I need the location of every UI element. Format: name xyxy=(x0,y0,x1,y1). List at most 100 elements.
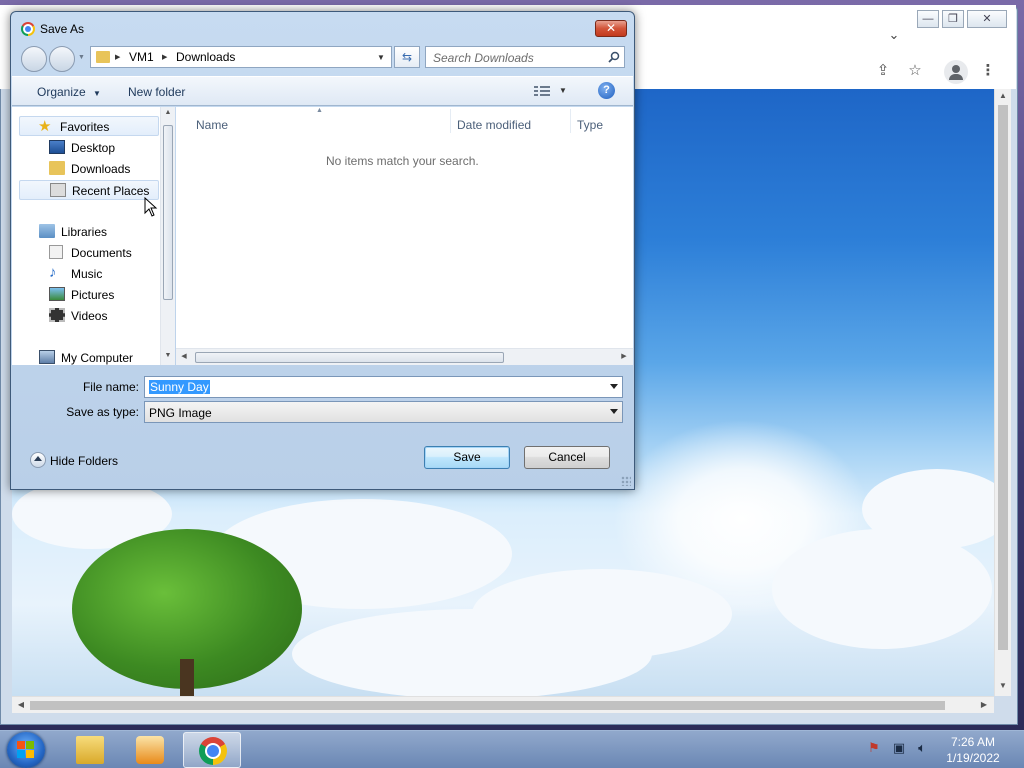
scroll-left-icon[interactable]: ◀ xyxy=(177,352,191,360)
resize-grip[interactable] xyxy=(621,476,631,486)
action-center-flag-icon[interactable]: ⚑ xyxy=(866,740,882,756)
search-input[interactable]: Search Downloads xyxy=(425,46,625,68)
file-list-pane: ▲ Name Date modified Type No items match… xyxy=(176,107,633,365)
folder-icon xyxy=(96,51,110,63)
nav-label: Videos xyxy=(71,309,108,323)
save-as-type-select[interactable]: PNG Image xyxy=(144,401,623,423)
taskbar-chrome-button[interactable] xyxy=(183,732,241,768)
column-divider[interactable] xyxy=(570,109,571,133)
new-folder-button[interactable]: New folder xyxy=(128,85,185,99)
save-as-type-value: PNG Image xyxy=(149,406,212,420)
help-icon[interactable]: ? xyxy=(598,82,615,99)
taskbar-media-player-button[interactable] xyxy=(121,732,179,768)
nav-item-documents[interactable]: Documents xyxy=(49,243,159,263)
chrome-icon xyxy=(199,737,227,765)
file-list-scroll-thumb[interactable] xyxy=(195,352,504,363)
refresh-button[interactable]: ⇆ xyxy=(394,46,420,68)
breadcrumb-vm1[interactable]: VM1 xyxy=(129,50,154,64)
taskbar-explorer-button[interactable] xyxy=(61,732,119,768)
music-icon: ♪ xyxy=(49,264,57,281)
command-bar: Organize ▼ New folder ▼ ? xyxy=(12,76,633,106)
hide-folders-label: Hide Folders xyxy=(50,454,119,468)
save-as-dialog: Save As ✕ ▼ ▶ VM1 ▶ Downloads ▼ ⇆ Search… xyxy=(10,11,635,490)
scroll-down-icon[interactable]: ▼ xyxy=(161,352,175,359)
pictures-icon xyxy=(49,287,65,301)
recent-places-icon xyxy=(50,183,66,197)
nav-item-my-computer[interactable]: My Computer xyxy=(39,348,159,368)
nav-label: Music xyxy=(71,267,103,281)
chevron-up-icon xyxy=(30,452,46,468)
nav-label: Documents xyxy=(71,246,132,260)
browser-close-button[interactable]: ✕ xyxy=(967,10,1007,28)
sort-indicator-icon: ▲ xyxy=(316,107,323,114)
breadcrumb-downloads[interactable]: Downloads xyxy=(176,50,235,64)
nav-item-music[interactable]: ♪ Music xyxy=(49,264,159,284)
nav-label: Desktop xyxy=(71,141,116,155)
chrome-icon xyxy=(21,22,35,36)
browser-restore-button[interactable]: ❐ xyxy=(942,10,964,28)
browser-minimize-button[interactable]: — xyxy=(917,10,939,28)
star-icon: ★ xyxy=(38,118,52,135)
breadcrumb-separator-icon[interactable]: ▶ xyxy=(162,53,167,61)
windows-logo-icon xyxy=(17,741,35,759)
nav-item-pictures[interactable]: Pictures xyxy=(49,285,159,305)
scroll-up-icon[interactable]: ▲ xyxy=(161,109,175,116)
libraries-icon xyxy=(39,224,55,238)
start-button[interactable] xyxy=(7,732,45,768)
nav-item-favorites[interactable]: ★ Favorites xyxy=(19,116,159,136)
dialog-title: Save As xyxy=(40,22,85,36)
volume-icon[interactable]: 🔈︎ xyxy=(914,740,930,756)
column-header-type[interactable]: Type xyxy=(577,118,603,132)
scroll-right-icon[interactable]: ▶ xyxy=(617,352,631,360)
bookmark-star-icon[interactable]: ☆ xyxy=(904,60,926,82)
dialog-close-button[interactable]: ✕ xyxy=(595,20,627,37)
nav-item-videos[interactable]: Videos xyxy=(49,306,159,326)
network-icon[interactable]: ▣ xyxy=(891,740,907,756)
nav-label: My Computer xyxy=(61,351,134,365)
tab-search-chevron-icon[interactable]: ⌄ xyxy=(886,27,902,43)
share-icon[interactable]: ⇪ xyxy=(872,60,894,82)
column-header-name[interactable]: Name xyxy=(196,118,228,132)
forward-button[interactable] xyxy=(49,46,75,72)
more-menu-icon[interactable]: ⋮ xyxy=(977,60,999,82)
file-name-input[interactable]: Sunny Day xyxy=(144,376,623,398)
page-vertical-scroll-thumb[interactable] xyxy=(998,105,1008,650)
nav-pane-scrollbar[interactable]: ▲ ▼ xyxy=(160,107,175,365)
address-dropdown-icon[interactable]: ▼ xyxy=(377,53,385,62)
column-header-date-modified[interactable]: Date modified xyxy=(457,118,531,132)
page-vertical-scrollbar[interactable]: ▲ ▼ xyxy=(994,89,1011,696)
cancel-button[interactable]: Cancel xyxy=(524,446,610,469)
page-horizontal-scrollbar[interactable]: ◀ ▶ xyxy=(12,696,994,713)
computer-icon xyxy=(39,350,55,364)
folder-icon xyxy=(76,736,104,764)
breadcrumb-separator-icon[interactable]: ▶ xyxy=(115,53,120,61)
nav-item-desktop[interactable]: Desktop xyxy=(49,138,159,158)
tree-trunk xyxy=(180,659,194,696)
media-player-icon xyxy=(136,736,164,764)
view-dropdown-icon[interactable]: ▼ xyxy=(559,86,567,95)
organize-dropdown-icon: ▼ xyxy=(93,89,101,98)
profile-icon[interactable] xyxy=(944,60,968,84)
organize-button[interactable]: Organize ▼ xyxy=(37,85,101,99)
back-button[interactable] xyxy=(21,46,47,72)
address-bar[interactable]: ▶ VM1 ▶ Downloads ▼ xyxy=(90,46,392,68)
nav-item-downloads[interactable]: Downloads xyxy=(49,159,159,179)
videos-icon xyxy=(49,308,65,322)
view-options-icon[interactable] xyxy=(534,85,550,97)
page-horizontal-scroll-thumb[interactable] xyxy=(30,701,945,710)
system-clock[interactable]: 7:26 AM 1/19/2022 xyxy=(938,734,1008,766)
file-name-value: Sunny Day xyxy=(149,380,210,394)
nav-pane-scroll-thumb[interactable] xyxy=(163,125,173,300)
nav-label: Recent Places xyxy=(72,184,150,198)
search-icon[interactable] xyxy=(608,51,620,63)
recent-locations-dropdown-icon[interactable]: ▼ xyxy=(78,54,85,61)
save-as-type-dropdown-icon[interactable] xyxy=(610,409,618,414)
column-divider[interactable] xyxy=(450,109,451,133)
file-list-horizontal-scrollbar[interactable]: ◀ ▶ xyxy=(176,348,633,365)
save-button[interactable]: Save xyxy=(424,446,510,469)
nav-item-recent-places[interactable]: Recent Places xyxy=(19,180,159,200)
clock-date: 1/19/2022 xyxy=(946,751,1000,765)
file-name-dropdown-icon[interactable] xyxy=(610,384,618,389)
nav-item-libraries[interactable]: Libraries xyxy=(39,222,159,242)
search-placeholder: Search Downloads xyxy=(433,51,534,65)
